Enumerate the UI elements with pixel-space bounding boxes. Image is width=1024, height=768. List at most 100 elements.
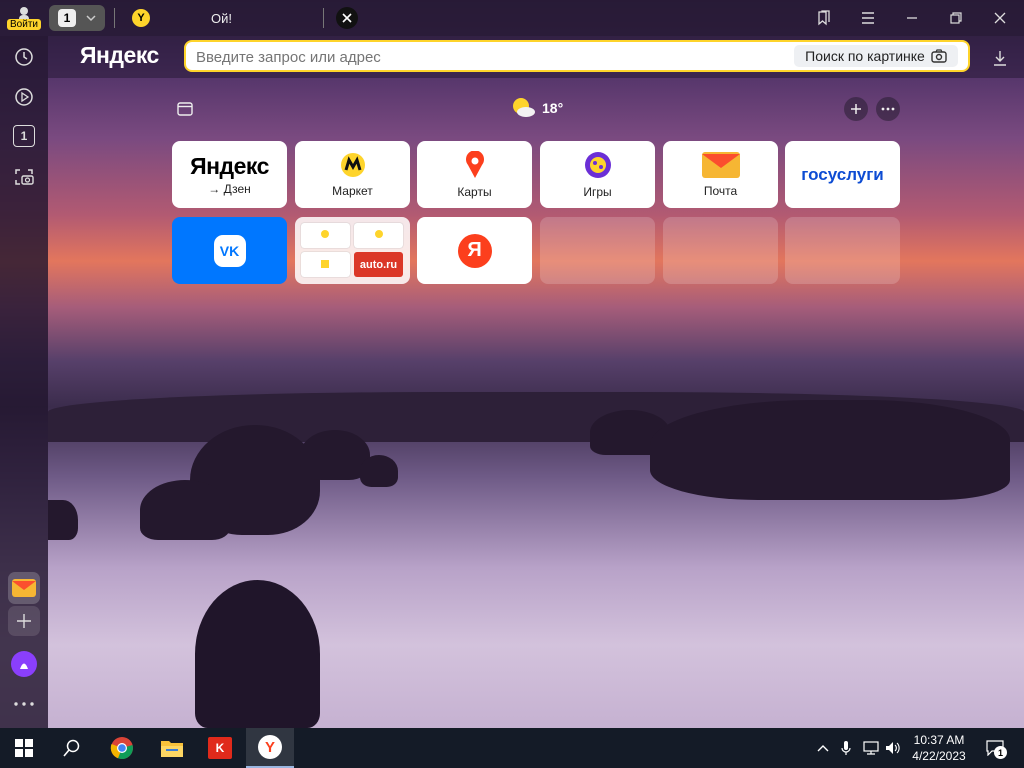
tile-games[interactable]: Игры [540, 141, 655, 208]
bookmarks-icon [818, 10, 830, 26]
add-tile-button[interactable] [844, 97, 868, 121]
market-logo-icon [340, 152, 365, 177]
tile-empty[interactable] [663, 217, 778, 284]
market-favicon-icon: Y [132, 9, 150, 27]
sun-cloud-icon [513, 98, 535, 117]
tabs-counter-button[interactable]: 1 [49, 5, 105, 31]
tile-gosuslugi[interactable]: госуслуги [785, 141, 900, 208]
tile-maps[interactable]: Карты [417, 141, 532, 208]
chevron-up-icon [817, 745, 829, 752]
mountain-peak [195, 580, 320, 728]
show-hidden-icons-button[interactable] [814, 738, 832, 758]
mountain-peak [48, 500, 78, 540]
clock-widget[interactable]: 10:37 AM 4/22/2023 [906, 731, 972, 767]
taskbar-kaspersky[interactable]: K [196, 728, 244, 768]
tile-label: → Дзен [208, 182, 251, 196]
screenshot-button[interactable] [12, 165, 36, 189]
image-search-button[interactable]: Поиск по картинке [794, 45, 958, 67]
play-icon [15, 88, 33, 106]
tab-divider [114, 8, 115, 28]
alice-icon [20, 663, 28, 669]
tile-market[interactable]: Маркет [295, 141, 410, 208]
plus-icon [851, 104, 861, 114]
yandex-circle-icon: Я [457, 233, 492, 268]
tile-yandex[interactable]: Я [417, 217, 532, 284]
add-sidebar-button[interactable] [8, 606, 40, 636]
active-tab[interactable]: Y Ой! [124, 2, 324, 34]
gallery-button[interactable] [174, 98, 196, 120]
taskbar-yandex-browser[interactable]: Y [246, 728, 294, 768]
mountain-peak [360, 455, 398, 487]
menu-button[interactable] [856, 6, 880, 30]
taskbar-search-button[interactable] [48, 728, 96, 768]
tile-label: Игры [583, 184, 612, 199]
chevron-down-icon [86, 15, 96, 22]
account-button[interactable]: Войти [6, 2, 42, 34]
close-icon [342, 13, 352, 23]
tile-brand-vk: VK [219, 242, 240, 259]
tile-yandex-dzen[interactable]: Яндекс → Дзен [172, 141, 287, 208]
network-button[interactable] [862, 738, 880, 758]
bookmarks-button[interactable] [812, 6, 836, 30]
more-dots-icon [881, 107, 895, 111]
mail-icon [701, 151, 740, 178]
microphone-button[interactable] [838, 738, 854, 758]
restore-button[interactable] [944, 6, 968, 30]
close-window-button[interactable] [988, 6, 1012, 30]
notifications-button[interactable]: 1 [982, 736, 1008, 760]
tile-mail[interactable]: Почта [663, 141, 778, 208]
tile-empty[interactable] [540, 217, 655, 284]
mountain-peak [140, 480, 230, 540]
clock-icon [15, 48, 33, 66]
mini-tile-music [354, 223, 403, 248]
tabs-panel-button[interactable]: 1 [13, 125, 35, 147]
mini-tile-taxi [301, 252, 350, 277]
yandex-browser-icon: Y [258, 735, 282, 759]
weather-widget[interactable]: 18° [510, 96, 570, 120]
taskbar-file-explorer[interactable] [148, 728, 196, 768]
mail-sidebar-button[interactable] [8, 572, 40, 604]
search-icon [63, 739, 80, 757]
video-button[interactable] [12, 85, 36, 109]
close-icon [994, 12, 1006, 24]
mail-icon [12, 579, 36, 597]
tabs-badge: 1 [20, 129, 28, 143]
sidebar-more-button[interactable] [10, 694, 38, 714]
yandex-logo[interactable]: Яндекс [80, 42, 159, 69]
tile-brand-yandex: Яндекс [190, 153, 269, 179]
tile-brand-ya: Я [467, 239, 482, 261]
tile-label: Маркет [332, 183, 373, 198]
address-bar: Поиск по картинке [184, 40, 970, 72]
autoru-label: auto.ru [359, 258, 398, 271]
minimize-button[interactable] [900, 6, 924, 30]
taskbar-date: 4/22/2023 [912, 749, 966, 763]
start-button[interactable] [0, 728, 48, 768]
tile-label: Почта [703, 183, 738, 198]
close-tab-button[interactable] [336, 7, 358, 29]
restore-icon [950, 12, 962, 24]
history-button[interactable] [12, 45, 36, 69]
camera-icon [931, 49, 947, 63]
tile-vk[interactable]: VK [172, 217, 287, 284]
microphone-icon [841, 741, 851, 755]
tile-folder-group[interactable]: auto.ru [295, 217, 410, 284]
alice-button[interactable] [11, 651, 37, 677]
network-icon [863, 741, 879, 755]
downloads-button[interactable] [988, 46, 1012, 70]
address-input[interactable] [194, 46, 778, 68]
volume-button[interactable] [884, 738, 902, 758]
tab-title: Ой! [211, 11, 232, 26]
notification-count: 1 [994, 746, 1007, 759]
tab-count: 1 [58, 9, 76, 27]
newtab-more-button[interactable] [876, 97, 900, 121]
map-pin-icon [465, 150, 484, 178]
tile-empty[interactable] [785, 217, 900, 284]
mini-tile-autoru: auto.ru [354, 252, 403, 277]
taskbar-chrome[interactable] [98, 728, 146, 768]
vk-logo-icon: VK [213, 234, 246, 267]
minimize-icon [907, 17, 917, 19]
weather-temp: 18° [542, 100, 564, 116]
tab-divider [323, 8, 324, 28]
folder-icon [161, 741, 183, 757]
taskbar-time: 10:37 AM [913, 733, 965, 747]
